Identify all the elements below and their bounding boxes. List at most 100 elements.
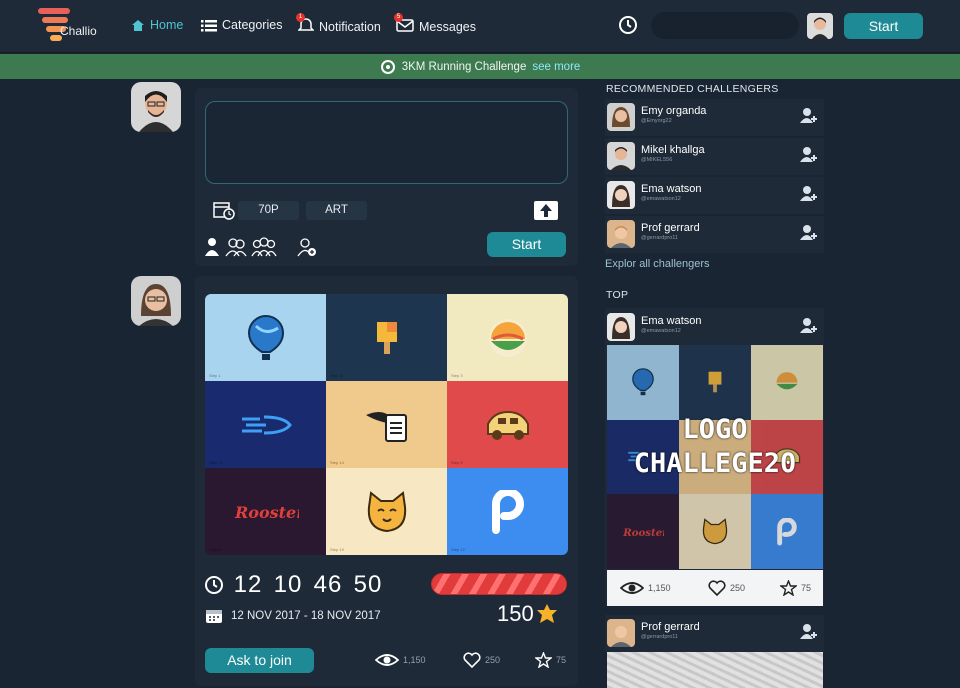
- grid-cell[interactable]: Step 14: [326, 381, 447, 468]
- heart-icon: [708, 580, 726, 596]
- vintage-car-logo-icon: [486, 410, 529, 440]
- post-author-avatar[interactable]: [131, 276, 181, 326]
- follow-user-icon[interactable]: [800, 107, 818, 125]
- nav-notification[interactable]: 1 Notification: [296, 13, 381, 35]
- date-range-text: 12 NOV 2017 - 18 NOV 2017: [231, 610, 381, 622]
- top-author-next[interactable]: Prof gerrard @gerrardpro11: [605, 615, 824, 652]
- banner-text: 3KM Running Challenge: [401, 60, 527, 73]
- top-author-name[interactable]: Ema watson: [641, 315, 702, 327]
- follow-user-icon[interactable]: [800, 185, 818, 203]
- recommended-item[interactable]: Emy organda @Emyorg22: [605, 99, 824, 136]
- follow-user-icon[interactable]: [800, 317, 818, 335]
- logo-text: Challio: [60, 24, 97, 38]
- explore-all-challengers-link[interactable]: Explor all challengers: [605, 258, 710, 270]
- recommended-item[interactable]: Mikel khallga @MIKEL556: [605, 138, 824, 175]
- challenger-name[interactable]: Emy organda: [641, 105, 706, 117]
- timer-days: 12: [233, 571, 263, 598]
- single-user-icon[interactable]: [205, 236, 219, 258]
- nav-home[interactable]: Home: [131, 18, 183, 32]
- two-users-icon[interactable]: [225, 236, 247, 258]
- nav-categories-label: Categories: [222, 18, 283, 32]
- top-challenge-title: LOGO CHALLEGE20: [607, 413, 823, 481]
- top-stats-bar: 1,150 250 75: [607, 570, 823, 606]
- logo-grid[interactable]: Step 1 Step 11 Step 3 Step 12 Step 14 St…: [205, 294, 568, 555]
- follow-user-icon[interactable]: [800, 623, 818, 641]
- stars-stat[interactable]: 75: [535, 652, 566, 668]
- add-user-icon[interactable]: [297, 236, 317, 258]
- grid-cell[interactable]: Step 11: [326, 294, 447, 381]
- follow-user-icon[interactable]: [800, 146, 818, 164]
- recommended-item[interactable]: Prof gerrard @gerrardpro11: [605, 216, 824, 253]
- messages-badge: 5: [394, 13, 403, 22]
- category-chip[interactable]: ART: [306, 201, 367, 220]
- top-author-handle: @emawatson12: [641, 328, 681, 334]
- top-stars-count: 75: [801, 583, 812, 593]
- recommended-title: RECOMMENDED CHALLENGERS: [606, 83, 779, 95]
- group-users-icon[interactable]: [251, 236, 277, 258]
- grid-cell[interactable]: Step 12: [447, 468, 568, 555]
- avatar[interactable]: [607, 181, 635, 209]
- rooster-wordmark-logo: Rooster: [234, 503, 299, 522]
- grid-cell[interactable]: Step 19: [326, 468, 447, 555]
- grid-cell[interactable]: Step 12: [205, 381, 326, 468]
- avatar[interactable]: [607, 313, 635, 341]
- challenger-handle: @Emyorg22: [641, 118, 672, 124]
- challenger-name[interactable]: Prof gerrard: [641, 222, 700, 234]
- top-author[interactable]: Ema watson @emawatson12: [605, 309, 824, 346]
- user-avatar[interactable]: [807, 13, 833, 39]
- banner-see-more-link[interactable]: see more: [532, 61, 580, 73]
- grid-cell[interactable]: Step 8: [447, 381, 568, 468]
- eye-icon: [620, 582, 644, 594]
- grid-cell: [679, 494, 751, 569]
- challenger-handle: @MIKEL556: [641, 157, 673, 163]
- follow-user-icon[interactable]: [800, 224, 818, 242]
- history-clock-icon[interactable]: [617, 14, 639, 36]
- challenger-handle: @emawatson12: [641, 196, 681, 202]
- likes-count: 250: [485, 655, 501, 665]
- avatar[interactable]: [607, 619, 635, 647]
- avatar[interactable]: [607, 142, 635, 170]
- grid-cell[interactable]: Step 1: [205, 294, 326, 381]
- challenge-textarea[interactable]: [205, 101, 568, 184]
- start-button-nav[interactable]: Start: [844, 13, 923, 39]
- challenger-name[interactable]: Mikel khallga: [641, 144, 705, 156]
- balloon-logo-icon: [247, 314, 284, 360]
- speed-hand-logo-icon: [241, 415, 292, 434]
- cat-face-logo-icon: [702, 518, 728, 545]
- svg-text:Rooster: Rooster: [234, 503, 299, 522]
- top-likes-stat[interactable]: 250: [708, 580, 745, 596]
- sketch-preview-image[interactable]: [607, 652, 823, 688]
- next-author-name[interactable]: Prof gerrard: [641, 621, 700, 633]
- challenger-name[interactable]: Ema watson: [641, 183, 702, 195]
- upload-icon[interactable]: [533, 200, 559, 221]
- top-likes-count: 250: [730, 583, 746, 593]
- kangaroo-sun-logo-icon: [488, 318, 527, 357]
- countdown-timer: 12 10 46 50: [204, 571, 384, 599]
- running-icon: [380, 59, 395, 74]
- composer-avatar[interactable]: [131, 82, 181, 132]
- grid-step-label: Step 11: [330, 373, 344, 378]
- top-navbar: Challio Home Categories 1 Notification 5…: [0, 0, 960, 53]
- nav-categories[interactable]: Categories: [201, 18, 282, 32]
- star-icon: [780, 580, 797, 596]
- ask-to-join-button[interactable]: Ask to join: [205, 648, 314, 673]
- grid-cell[interactable]: Rooster Step 9: [205, 468, 326, 555]
- top-stars-stat[interactable]: 75: [780, 580, 811, 596]
- cat-face-logo-icon: [367, 490, 406, 532]
- search-input[interactable]: [651, 12, 799, 39]
- recommended-item[interactable]: Ema watson @emawatson12: [605, 177, 824, 214]
- grid-step-label: Step 9: [209, 547, 221, 552]
- avatar[interactable]: [607, 220, 635, 248]
- points-chip[interactable]: 70P: [238, 201, 299, 220]
- nav-messages[interactable]: 5 Messages: [394, 13, 476, 35]
- likes-stat[interactable]: 250: [463, 652, 500, 668]
- calendar-clock-icon[interactable]: [213, 200, 235, 220]
- top-views-stat: 1,150: [620, 580, 671, 596]
- timer-seconds: 50: [353, 571, 383, 598]
- balloon-logo-icon: [632, 368, 654, 396]
- eye-icon: [375, 654, 399, 666]
- start-button-composer[interactable]: Start: [487, 232, 566, 257]
- grid-cell[interactable]: Step 3: [447, 294, 568, 381]
- avatar[interactable]: [607, 103, 635, 131]
- toucan-document-logo-icon: [365, 411, 407, 442]
